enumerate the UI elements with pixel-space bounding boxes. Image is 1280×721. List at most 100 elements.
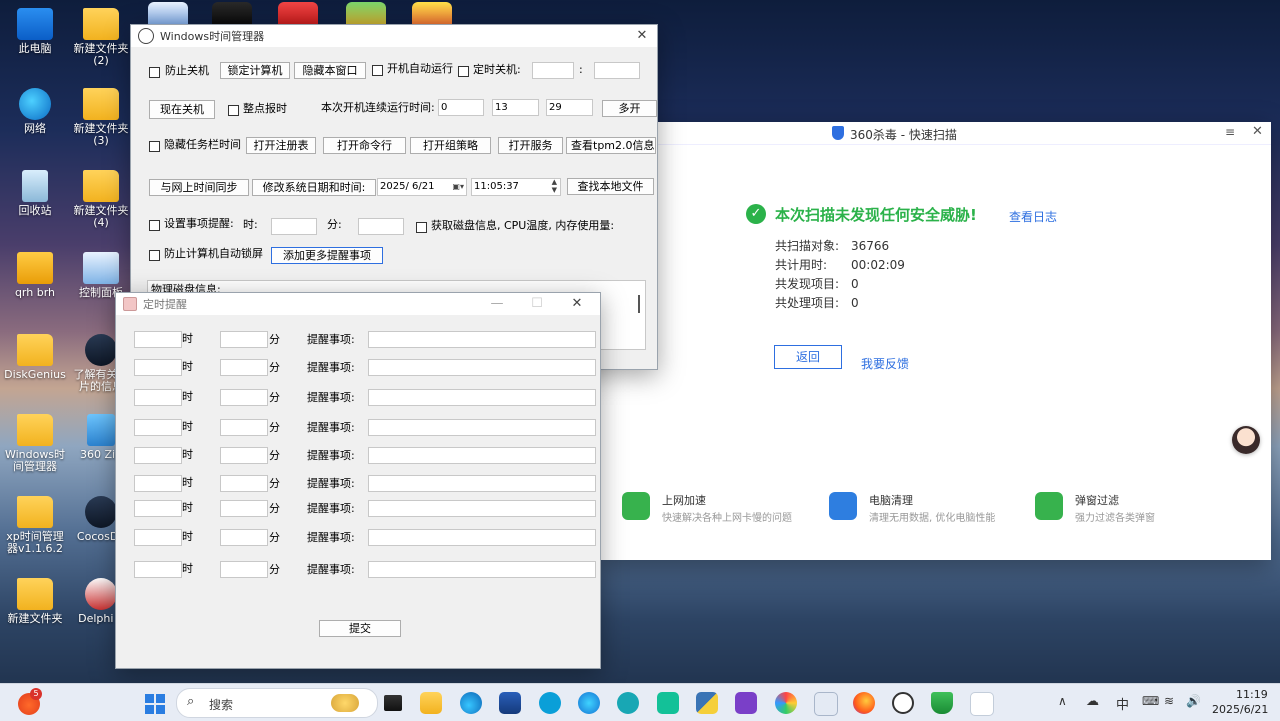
- disk-info-checkbox[interactable]: [416, 222, 427, 233]
- clock-time[interactable]: 11:19: [1236, 688, 1268, 701]
- prevent-shutdown-checkbox[interactable]: [149, 67, 160, 78]
- reminder-hour-input[interactable]: [134, 561, 182, 578]
- desktop-icon-folder[interactable]: 新建文件夹: [0, 578, 70, 625]
- view-log-link[interactable]: 查看日志: [1009, 208, 1057, 225]
- open-gpedit-button[interactable]: 打开组策略: [410, 137, 491, 154]
- reminder-hour-input[interactable]: [134, 389, 182, 406]
- reminder-hour-input[interactable]: [134, 529, 182, 546]
- reminder-hour-input[interactable]: [134, 447, 182, 464]
- app-icon[interactable]: [657, 692, 679, 714]
- open-services-button[interactable]: 打开服务: [498, 137, 563, 154]
- snipping-tool-icon[interactable]: [970, 692, 994, 716]
- desktop-icon-user-folder[interactable]: qrh brh: [0, 252, 70, 299]
- date-picker[interactable]: 2025/ 6/21 ▣▾: [377, 178, 467, 196]
- store-icon[interactable]: [499, 692, 521, 714]
- close-icon[interactable]: ✕: [627, 25, 657, 47]
- reminder-hour-input[interactable]: [134, 475, 182, 492]
- reminder-hour-input[interactable]: [134, 419, 182, 436]
- firefox-icon[interactable]: [853, 692, 875, 714]
- search-box[interactable]: ⌕ 搜索: [176, 688, 378, 718]
- reminder-item-input[interactable]: [368, 419, 596, 436]
- open-cmd-button[interactable]: 打开命令行: [323, 137, 406, 154]
- reminder-minute-input[interactable]: [220, 561, 268, 578]
- close-icon[interactable]: ✕: [1252, 124, 1263, 139]
- app-icon[interactable]: [814, 692, 838, 716]
- desktop-icon-folder-4[interactable]: 新建文件夹 (4): [66, 170, 136, 229]
- view-tpm-button[interactable]: 查看tpm2.0信息: [566, 137, 656, 154]
- visual-studio-icon[interactable]: [735, 692, 757, 714]
- back-button[interactable]: 返回: [774, 345, 842, 369]
- python-icon[interactable]: [696, 692, 718, 714]
- reminder-item-input[interactable]: [368, 331, 596, 348]
- reminder-minute-input[interactable]: [220, 475, 268, 492]
- wifi-icon[interactable]: ≋: [1164, 694, 1174, 708]
- time-manager-task-icon[interactable]: [892, 692, 914, 714]
- lock-computer-button[interactable]: 锁定计算机: [220, 62, 290, 79]
- reminder-minute-input[interactable]: [220, 529, 268, 546]
- reminder-minute-input[interactable]: [220, 389, 268, 406]
- reminder-minute-input[interactable]: [358, 218, 404, 235]
- calendar-dropdown-icon[interactable]: ▣▾: [452, 179, 464, 194]
- multi-open-button[interactable]: 多开: [602, 100, 657, 117]
- ime-indicator[interactable]: 中: [1116, 694, 1129, 713]
- task-view-icon[interactable]: [384, 695, 402, 711]
- edge-ai-icon[interactable]: [578, 692, 600, 714]
- start-icon[interactable]: [145, 694, 165, 714]
- reminder-minute-input[interactable]: [220, 359, 268, 376]
- hide-window-button[interactable]: 隐藏本窗口: [294, 62, 366, 79]
- timed-shutdown-checkbox[interactable]: [458, 66, 469, 77]
- assistant-avatar[interactable]: [1232, 426, 1260, 454]
- reminder-item-input[interactable]: [368, 500, 596, 517]
- shutdown-hour-input[interactable]: [532, 62, 574, 79]
- desktop-icon-network[interactable]: 网络: [0, 88, 70, 135]
- reminder-minute-input[interactable]: [220, 447, 268, 464]
- shutdown-now-button[interactable]: 现在关机: [149, 100, 215, 119]
- reminder-item-input[interactable]: [368, 389, 596, 406]
- reminder-minute-input[interactable]: [220, 500, 268, 517]
- feedback-link[interactable]: 我要反馈: [861, 355, 909, 372]
- antivirus-task-icon[interactable]: [931, 692, 953, 714]
- hide-taskbar-time-checkbox[interactable]: [149, 141, 160, 152]
- reminder-item-input[interactable]: [368, 447, 596, 464]
- desktop-icon-folder-3[interactable]: 新建文件夹 (3): [66, 88, 136, 147]
- reminder-minute-input[interactable]: [220, 331, 268, 348]
- desktop-icon-time-manager[interactable]: Windows时 间管理器: [0, 414, 70, 473]
- reminder-minute-input[interactable]: [220, 419, 268, 436]
- desktop-icon-recycle-bin[interactable]: 回收站: [0, 170, 70, 217]
- reminder-hour-input[interactable]: [134, 359, 182, 376]
- chevron-up-icon[interactable]: ∧: [1058, 694, 1067, 708]
- reminder-item-input[interactable]: [368, 359, 596, 376]
- speaker-icon[interactable]: 🔊: [1186, 694, 1201, 708]
- reminder-hour-input[interactable]: [134, 331, 182, 348]
- minimize-icon[interactable]: —: [482, 293, 512, 315]
- reminder-item-input[interactable]: [368, 475, 596, 492]
- open-registry-button[interactable]: 打开注册表: [246, 137, 316, 154]
- maximize-icon[interactable]: ☐: [522, 293, 552, 315]
- sync-time-button[interactable]: 与网上时间同步: [149, 179, 249, 196]
- reminder-item-input[interactable]: [368, 529, 596, 546]
- keyboard-icon[interactable]: ⌨: [1142, 694, 1159, 708]
- desktop-icon-xp-time-manager[interactable]: xp时间管理 器v1.1.6.2: [0, 496, 70, 555]
- app-icon[interactable]: [617, 692, 639, 714]
- time-picker[interactable]: 11:05:37 ▲ ▼: [471, 178, 561, 196]
- app-icon[interactable]: [539, 692, 561, 714]
- submit-button[interactable]: 提交: [319, 620, 401, 637]
- desktop-icon-this-pc[interactable]: 此电脑: [0, 8, 70, 55]
- modify-datetime-button[interactable]: 修改系统日期和时间:: [252, 179, 376, 196]
- reminder-hour-input[interactable]: [271, 218, 317, 235]
- clock-date[interactable]: 2025/6/21: [1212, 703, 1268, 716]
- reminder-item-input[interactable]: [368, 561, 596, 578]
- close-icon[interactable]: ✕: [562, 293, 592, 315]
- autorun-checkbox[interactable]: [372, 65, 383, 76]
- desktop-icon-folder-2[interactable]: 新建文件夹 (2): [66, 8, 136, 67]
- scrollbar[interactable]: [638, 295, 640, 313]
- set-reminder-checkbox[interactable]: [149, 220, 160, 231]
- file-explorer-icon[interactable]: [420, 692, 442, 714]
- prevent-lock-checkbox[interactable]: [149, 250, 160, 261]
- shutdown-minute-input[interactable]: [594, 62, 640, 79]
- edge-icon[interactable]: [460, 692, 482, 714]
- hourly-chime-checkbox[interactable]: [228, 105, 239, 116]
- add-more-reminders-button[interactable]: 添加更多提醒事项: [271, 247, 383, 264]
- spin-icon[interactable]: ▲ ▼: [552, 179, 557, 194]
- cloud-icon[interactable]: ☁: [1086, 694, 1099, 709]
